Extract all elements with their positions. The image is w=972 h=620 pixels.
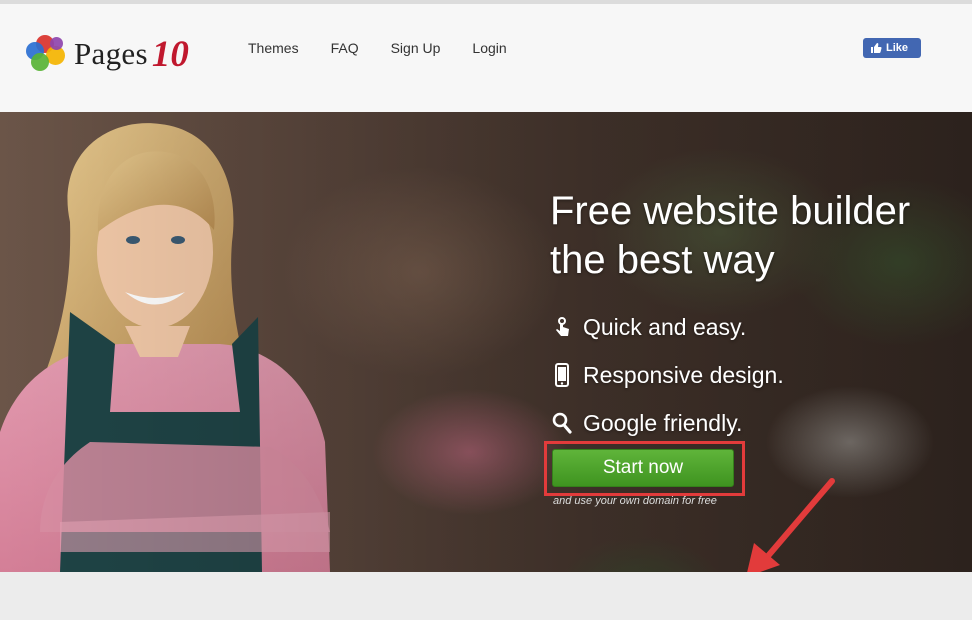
site-logo[interactable]: Pages 10 <box>24 32 189 76</box>
cta-note: and use your own domain for free <box>553 495 717 507</box>
smartphone-icon <box>551 362 573 388</box>
feature-item: Quick and easy. <box>551 303 784 351</box>
site-header: Pages 10 Themes FAQ Sign Up Login Like <box>0 4 972 112</box>
annotation-arrow-icon <box>747 478 835 572</box>
feature-label: Google friendly. <box>583 409 743 436</box>
search-icon <box>551 410 573 436</box>
main-nav: Themes FAQ Sign Up Login <box>232 40 523 56</box>
feature-item: Google friendly. <box>551 399 784 447</box>
facebook-like-button[interactable]: Like <box>863 38 921 58</box>
logo-mark-icon <box>24 33 70 75</box>
headline-line-1: Free website builder <box>550 189 911 233</box>
hero-banner: Free website builder the best way Quick … <box>0 112 972 572</box>
nav-login[interactable]: Login <box>472 40 506 56</box>
hero-headline: Free website builder the best way <box>550 187 910 285</box>
feature-list: Quick and easy. Responsive design. Googl… <box>551 303 784 447</box>
feature-item: Responsive design. <box>551 351 784 399</box>
facebook-like-label: Like <box>886 42 909 54</box>
feature-label: Responsive design. <box>583 361 784 388</box>
start-now-button[interactable]: Start now <box>552 449 734 487</box>
thumbs-up-icon <box>871 43 882 53</box>
feature-label: Quick and easy. <box>583 313 747 340</box>
touch-icon <box>551 314 573 340</box>
logo-number: 10 <box>151 33 189 75</box>
nav-sign-up[interactable]: Sign Up <box>391 40 441 56</box>
nav-faq[interactable]: FAQ <box>331 40 359 56</box>
logo-wordmark: Pages <box>74 36 148 71</box>
headline-line-2: the best way <box>550 238 775 282</box>
nav-themes[interactable]: Themes <box>248 40 299 56</box>
